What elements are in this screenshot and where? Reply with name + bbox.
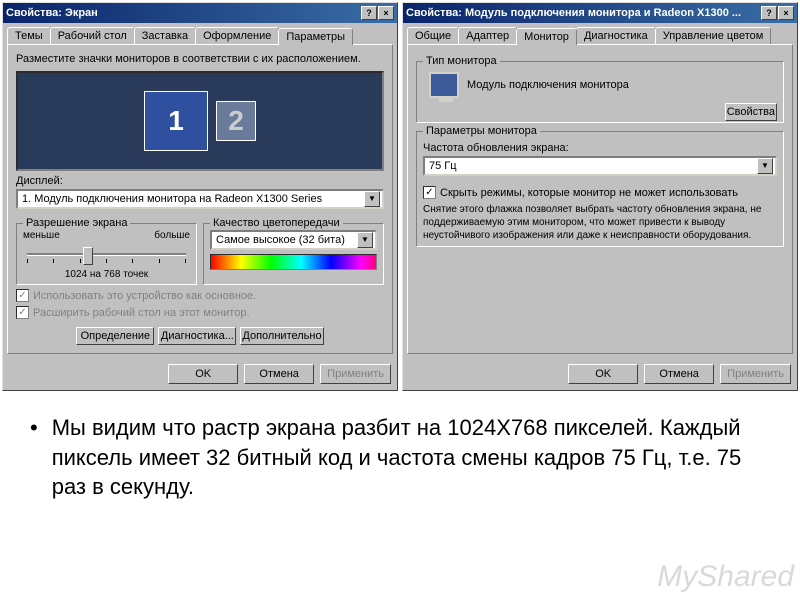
tab-general[interactable]: Общие	[407, 27, 459, 44]
display-label: Дисплей:	[16, 175, 384, 187]
apply-button: Применить	[720, 364, 791, 384]
refresh-label: Частота обновления экрана:	[423, 142, 777, 154]
apply-button: Применить	[320, 364, 391, 384]
monitor-icon	[429, 72, 459, 98]
tab-troubleshoot[interactable]: Диагностика	[576, 27, 656, 44]
troubleshoot-button[interactable]: Диагностика...	[158, 327, 236, 345]
primary-checkbox-label: Использовать это устройство как основное…	[33, 290, 256, 302]
tab-themes[interactable]: Темы	[7, 27, 51, 44]
quality-value: Самое высокое (32 бита)	[216, 234, 357, 246]
primary-device-checkbox: ✓ Использовать это устройство как основн…	[16, 289, 384, 302]
checkbox-icon: ✓	[16, 306, 29, 319]
hide-modes-label: Скрыть режимы, которые монитор не может …	[440, 187, 738, 199]
close-button[interactable]: ×	[378, 6, 394, 20]
monitor-type-title: Тип монитора	[423, 55, 500, 67]
properties-button[interactable]: Свойства	[725, 103, 777, 121]
slide-caption: • Мы видим что растр экрана разбит на 10…	[0, 393, 800, 522]
ok-button[interactable]: OK	[568, 364, 638, 384]
tab-desktop[interactable]: Рабочий стол	[50, 27, 135, 44]
monitor-name: Модуль подключения монитора	[467, 79, 629, 91]
monitor-properties-window: Свойства: Модуль подключения монитора и …	[402, 2, 798, 391]
resolution-less: меньше	[23, 230, 60, 241]
monitor-layout-area[interactable]: 1 2	[16, 71, 384, 171]
advanced-button[interactable]: Дополнительно	[240, 327, 323, 345]
resolution-group: Разрешение экрана меньше больше 1024 на …	[16, 223, 197, 285]
resolution-value: 1024 на 768 точек	[23, 269, 190, 280]
monitor-params-group: Параметры монитора Частота обновления эк…	[416, 131, 784, 247]
ok-button[interactable]: OK	[168, 364, 238, 384]
bullet-icon: •	[30, 413, 38, 502]
color-quality-select[interactable]: Самое высокое (32 бита) ▼	[210, 230, 377, 250]
extend-checkbox-label: Расширить рабочий стол на этот монитор.	[33, 307, 250, 319]
hide-modes-checkbox[interactable]: ✓	[423, 186, 436, 199]
color-quality-group: Качество цветопередачи Самое высокое (32…	[203, 223, 384, 285]
help-button[interactable]: ?	[761, 6, 777, 20]
checkbox-icon: ✓	[16, 289, 29, 302]
display-value: 1. Модуль подключения монитора на Radeon…	[22, 193, 364, 205]
chevron-down-icon: ▼	[357, 232, 373, 248]
identify-button[interactable]: Определение	[76, 327, 154, 345]
refresh-rate-select[interactable]: 75 Гц ▼	[423, 156, 777, 176]
titlebar-right: Свойства: Модуль подключения монитора и …	[403, 3, 797, 23]
window-title: Свойства: Модуль подключения монитора и …	[406, 7, 761, 19]
tab-settings[interactable]: Параметры	[278, 28, 353, 45]
tabs-left: Темы Рабочий стол Заставка Оформление Па…	[3, 23, 397, 44]
caption-text: Мы видим что растр экрана разбит на 1024…	[52, 413, 770, 502]
hide-modes-checkbox-row: ✓ Скрыть режимы, которые монитор не може…	[423, 186, 777, 199]
monitor-type-group: Тип монитора Модуль подключения монитора…	[416, 61, 784, 123]
tabs-right: Общие Адаптер Монитор Диагностика Управл…	[403, 23, 797, 44]
monitor-1[interactable]: 1	[144, 91, 208, 151]
resolution-more: больше	[154, 230, 190, 241]
close-button[interactable]: ×	[778, 6, 794, 20]
titlebar-left: Свойства: Экран ? ×	[3, 3, 397, 23]
tab-appearance[interactable]: Оформление	[195, 27, 279, 44]
cancel-button[interactable]: Отмена	[644, 364, 714, 384]
color-spectrum	[210, 254, 377, 270]
resolution-title: Разрешение экрана	[23, 217, 130, 229]
instruction-text: Разместите значки мониторов в соответств…	[16, 53, 384, 65]
quality-title: Качество цветопередачи	[210, 217, 343, 229]
monitor-panel: Тип монитора Модуль подключения монитора…	[407, 44, 793, 354]
chevron-down-icon: ▼	[757, 158, 773, 174]
tab-adapter[interactable]: Адаптер	[458, 27, 517, 44]
display-select[interactable]: 1. Модуль подключения монитора на Radeon…	[16, 189, 384, 209]
tab-monitor[interactable]: Монитор	[516, 28, 577, 45]
settings-panel: Разместите значки мониторов в соответств…	[7, 44, 393, 354]
resolution-slider[interactable]	[23, 243, 190, 267]
help-button[interactable]: ?	[361, 6, 377, 20]
cancel-button[interactable]: Отмена	[244, 364, 314, 384]
monitor-params-title: Параметры монитора	[423, 125, 540, 137]
tab-screensaver[interactable]: Заставка	[134, 27, 196, 44]
display-properties-window: Свойства: Экран ? × Темы Рабочий стол За…	[2, 2, 398, 391]
watermark: MyShared	[657, 560, 794, 594]
chevron-down-icon: ▼	[364, 191, 380, 207]
window-title: Свойства: Экран	[6, 7, 361, 19]
refresh-value: 75 Гц	[429, 160, 757, 172]
hide-modes-info: Снятие этого флажка позволяет выбрать ча…	[423, 203, 777, 242]
monitor-2[interactable]: 2	[216, 101, 256, 141]
extend-desktop-checkbox: ✓ Расширить рабочий стол на этот монитор…	[16, 306, 384, 319]
tab-color-management[interactable]: Управление цветом	[655, 27, 772, 44]
